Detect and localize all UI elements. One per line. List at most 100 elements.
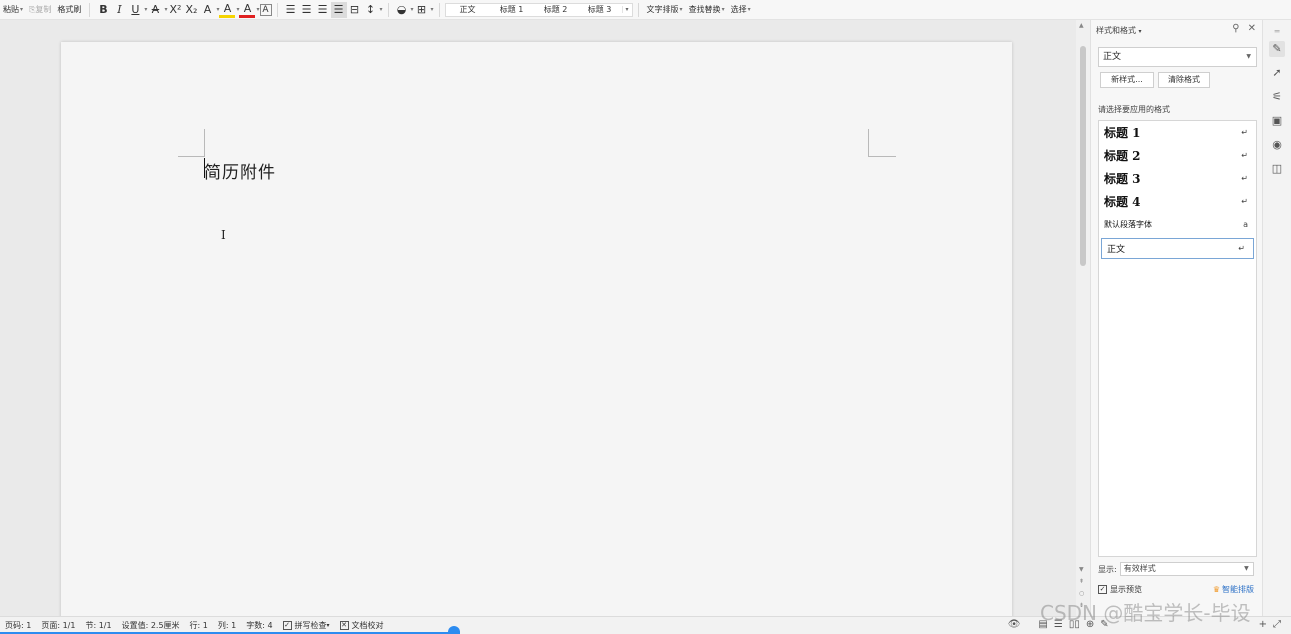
- quick-style-heading-3[interactable]: 标题 3: [578, 4, 622, 15]
- format-painter-button[interactable]: 格式刷: [54, 1, 84, 19]
- scroll-down-icon[interactable]: ▼: [1079, 566, 1084, 573]
- eye-protection-icon[interactable]: 👁: [1008, 619, 1021, 630]
- line-spacing-icon[interactable]: ↕: [363, 2, 379, 18]
- underline-button[interactable]: U: [127, 2, 143, 18]
- divider: [387, 2, 389, 17]
- clear-format-button[interactable]: A: [199, 2, 215, 18]
- collapse-icon[interactable]: ═: [1269, 24, 1285, 40]
- style-list-item[interactable]: 正文 ↵: [1101, 238, 1254, 259]
- character-style-icon: a: [1243, 220, 1248, 229]
- panel-layout-icon[interactable]: ◫: [1269, 161, 1285, 177]
- adjust-icon[interactable]: ⚟: [1269, 89, 1285, 105]
- quick-style-body[interactable]: 正文: [445, 4, 490, 15]
- pen-icon[interactable]: ✎: [1269, 41, 1285, 57]
- text-layout-button[interactable]: 文字排版 ▾: [644, 1, 686, 19]
- side-toolbar: ═ ✎ ➚ ⚟ ▣ ◉ ◫: [1262, 20, 1291, 616]
- status-section[interactable]: 节: 1/1: [80, 620, 116, 631]
- paragraph-mark-icon: ↵: [1241, 174, 1248, 183]
- divider: [637, 2, 639, 17]
- show-label: 显示:: [1098, 564, 1117, 574]
- align-center-icon[interactable]: ☰: [299, 2, 315, 18]
- align-right-icon[interactable]: ☰: [315, 2, 331, 18]
- strikethrough-button[interactable]: A: [147, 2, 163, 18]
- show-filter-row: 显示: 有效样式 ▼: [1098, 561, 1257, 577]
- panel-title[interactable]: 样式和格式 ▾: [1096, 25, 1142, 36]
- paragraph-mark-icon: ↵: [1241, 197, 1248, 206]
- quick-style-heading-1[interactable]: 标题 1: [490, 4, 534, 15]
- document-page[interactable]: 简历附件 I: [61, 42, 1012, 616]
- divider: [438, 2, 440, 17]
- doc-proofread-button[interactable]: ✕ 文档校对: [335, 620, 389, 631]
- border-icon[interactable]: ⊞: [414, 2, 430, 18]
- bold-button[interactable]: B: [95, 2, 111, 18]
- scroll-up-icon[interactable]: ▲: [1079, 22, 1084, 29]
- paragraph-mark-icon: ↵: [1238, 244, 1245, 253]
- style-list-item[interactable]: 标题 3 ↵: [1099, 167, 1256, 190]
- style-list-item-label: 标题 3: [1104, 172, 1141, 186]
- zoom-in-icon[interactable]: +: [1259, 619, 1267, 630]
- styles-more-icon[interactable]: ▾: [621, 6, 632, 13]
- style-list-item-label: 标题 1: [1104, 126, 1141, 140]
- location-icon[interactable]: ◉: [1269, 137, 1285, 153]
- document-scrollbar[interactable]: ▲ ▼ ⇞ ○ ⇟: [1076, 20, 1090, 616]
- highlight-button[interactable]: A: [219, 2, 236, 18]
- status-row[interactable]: 行: 1: [185, 620, 213, 631]
- style-list-item-label: 标题 4: [1104, 195, 1141, 209]
- close-icon[interactable]: ✕: [1248, 23, 1256, 34]
- paragraph-mark-icon: ↵: [1241, 128, 1248, 137]
- subscript-button[interactable]: X₂: [183, 2, 199, 18]
- shading-icon[interactable]: ◒: [394, 2, 410, 18]
- quick-style-heading-2[interactable]: 标题 2: [534, 4, 578, 15]
- spell-check-icon: ✓: [282, 621, 292, 630]
- smart-layout-link[interactable]: ♛ 智能排版: [1213, 584, 1254, 595]
- style-list-item[interactable]: 默认段落字体 a: [1099, 213, 1256, 236]
- italic-button[interactable]: I: [111, 2, 127, 18]
- document-area: 简历附件 I: [0, 20, 1076, 616]
- superscript-button[interactable]: X²: [167, 2, 183, 18]
- progress-indicator: [448, 626, 460, 634]
- align-left-icon[interactable]: ☰: [283, 2, 299, 18]
- style-list-item-label: 正文: [1107, 245, 1126, 255]
- fullscreen-icon[interactable]: ⤢: [1273, 619, 1281, 630]
- paragraph-mark-icon: ↵: [1241, 151, 1248, 160]
- spell-check-button[interactable]: ✓ 拼写检查 ▾: [278, 620, 335, 631]
- clear-format-button[interactable]: 清除格式: [1158, 72, 1210, 88]
- show-filter-select[interactable]: 有效样式 ▼: [1119, 562, 1254, 576]
- styles-panel: 样式和格式 ▾ ⚲ ✕ 正文 ▼ 新样式... 清除格式 请选择要应用的格式 标题 …: [1090, 20, 1262, 616]
- char-border-button[interactable]: A: [259, 3, 272, 16]
- quick-styles-gallery: 正文 标题 1 标题 2 标题 3 ▾: [444, 2, 633, 17]
- proofread-icon: ✕: [339, 621, 349, 630]
- pin-icon[interactable]: ⚲: [1232, 23, 1239, 34]
- style-list-item-label: 标题 2: [1104, 149, 1141, 163]
- status-page-number[interactable]: 页码: 1: [0, 620, 36, 631]
- status-column[interactable]: 列: 1: [213, 620, 241, 631]
- show-preview-checkbox[interactable]: ✓ 显示预览: [1098, 584, 1142, 595]
- scrollbar-thumb[interactable]: [1080, 46, 1086, 266]
- browse-object-icon[interactable]: ○: [1079, 590, 1084, 597]
- find-replace-button[interactable]: 查找替换 ▾: [686, 1, 728, 19]
- ribbon-toolbar: 粘贴 ▾ ⎘ 复制 格式刷 B I U ▾ A ▾ X² X₂ A ▾ A ▾ A ▾ A …: [0, 0, 1291, 20]
- margin-corner-top-left: [178, 129, 205, 157]
- prev-page-icon[interactable]: ⇞: [1079, 578, 1084, 585]
- justify-icon[interactable]: ☰: [330, 1, 347, 18]
- status-pages[interactable]: 页面: 1/1: [36, 620, 80, 631]
- select-button[interactable]: 选择 ▾: [728, 1, 754, 19]
- divider: [276, 2, 278, 17]
- crown-icon: ♛: [1212, 585, 1220, 594]
- paste-button[interactable]: 粘贴 ▾: [0, 1, 26, 19]
- pointer-icon[interactable]: ➚: [1269, 65, 1285, 81]
- copy-button[interactable]: ⎘ 复制: [26, 1, 54, 19]
- style-list-item[interactable]: 标题 1 ↵: [1099, 121, 1256, 144]
- style-list-item[interactable]: 标题 4 ↵: [1099, 190, 1256, 213]
- new-style-button[interactable]: 新样式...: [1100, 72, 1154, 88]
- style-list-item[interactable]: 标题 2 ↵: [1099, 144, 1256, 167]
- document-text[interactable]: 简历附件: [204, 158, 276, 183]
- distributed-align-icon[interactable]: ⊟: [347, 2, 363, 18]
- chevron-down-icon: ▼: [1246, 53, 1251, 60]
- font-color-button[interactable]: A: [239, 2, 256, 18]
- watermark: CSDN @酷宝学长-毕设: [1040, 601, 1251, 625]
- status-position[interactable]: 设置值: 2.5厘米: [117, 620, 185, 631]
- current-style-select[interactable]: 正文 ▼: [1098, 47, 1257, 67]
- status-word-count[interactable]: 字数: 4: [241, 620, 277, 631]
- image-edit-icon[interactable]: ▣: [1269, 113, 1285, 129]
